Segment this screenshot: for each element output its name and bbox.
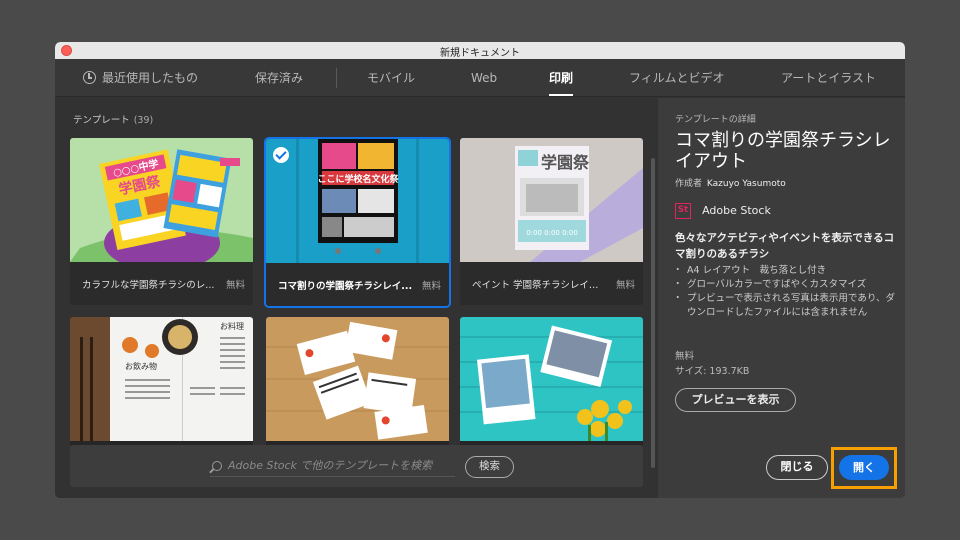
tab-mobile[interactable]: モバイル [367,59,415,97]
tab-print[interactable]: 印刷 [549,59,574,97]
template-card-colorful-festival[interactable]: ○○○中学 学園祭 カラフルな学園祭チラシのレ... 無料 [70,138,253,305]
tab-recent[interactable]: 最近使用したもの [83,59,198,97]
template-card-paint-festival[interactable]: 学園祭 0:00 0:00 0:00 ペイント 学園祭チラシレイア... 無料 [460,138,643,305]
template-thumbnail: お料理 お飲み物 [70,317,253,441]
templates-heading: テンプレート (39) [73,112,153,126]
thumbnail-text: お飲み物 [125,361,157,371]
category-tabs: 最近使用したもの 保存済み モバイル Web 印刷 フィルムとビデオ アートとイ… [55,59,905,97]
search-button[interactable]: 検索 [465,456,514,478]
stock-search-placeholder: Adobe Stock で他のテンプレートを検索 [228,459,433,472]
template-details-panel: テンプレートの詳細 コマ割りの学園祭チラシレイアウト 作成者 Kazuyo Ya… [658,98,905,498]
stock-search-bar: Adobe Stock で他のテンプレートを検索 検索 [70,445,643,487]
search-icon [212,461,222,471]
thumbnail-text: お料理 [220,321,244,331]
template-price: 無料 [225,280,245,291]
template-name: コマ割りの学園祭チラシレイ... [278,281,413,292]
tab-art-illustration[interactable]: アートとイラスト [781,59,876,97]
template-card-label: ペイント 学園祭チラシレイア... 無料 [460,262,643,305]
template-name: ペイント 学園祭チラシレイア... [472,280,607,291]
feature-item: グローバルカラーですばやくカスタマイズ [673,278,897,292]
thumbnail-text: 0:00 0:00 0:00 [526,229,578,237]
checkmark-icon [273,147,289,163]
template-name: カラフルな学園祭チラシのレ... [82,280,215,291]
preview-button[interactable]: プレビューを表示 [675,388,796,412]
template-card-label: コマ割りの学園祭チラシレイ... 無料 [266,263,449,306]
author-row: 作成者 Kazuyo Yasumoto [675,176,786,189]
open-button[interactable]: 開く [839,455,889,480]
tab-divider [336,68,337,88]
adobe-stock-label: Adobe Stock [702,204,771,217]
template-features: A4 レイアウト 裁ち落とし付き グローバルカラーですばやくカスタマイズ プレビ… [673,264,897,320]
tab-recent-label: 最近使用したもの [102,71,199,85]
template-price: 無料 [421,281,441,292]
thumbnail-text: 学園祭 [541,153,590,172]
template-thumbnail: 学園祭 0:00 0:00 0:00 [460,138,643,262]
template-thumbnail: ここに学校名文化祭 [266,139,449,263]
templates-scrollbar[interactable] [651,158,655,468]
template-description: 色々なアクテビティやイベントを表示できるコマ割りのあるチラシ [675,232,895,260]
author-prefix: 作成者 [675,179,703,189]
templates-count: (39) [133,115,154,126]
template-thumbnail [460,317,643,441]
tab-film-video[interactable]: フィルムとビデオ [629,59,725,97]
template-price: 無料 [615,280,635,291]
clock-icon [83,71,96,84]
thumbnail-text: ここに学校名文化祭 [317,173,399,185]
stock-search-input[interactable]: Adobe Stock で他のテンプレートを検索 [210,457,455,477]
templates-heading-label: テンプレート [73,115,130,126]
template-card-koma-festival[interactable]: ここに学校名文化祭 コマ割りの学園祭チラシレイ... 無料 [264,137,451,308]
new-document-dialog: 新規ドキュメント 最近使用したもの 保存済み モバイル Web 印刷 フィルムと… [55,42,905,498]
tab-web[interactable]: Web [471,59,497,97]
tab-saved[interactable]: 保存済み [255,59,303,97]
adobe-stock-logo-icon: St [675,202,691,219]
adobe-stock-row: St Adobe Stock [675,200,771,219]
window-title: 新規ドキュメント [440,48,520,59]
template-thumbnail [266,317,449,441]
details-caption: テンプレートの詳細 [675,115,756,125]
title-bar: 新規ドキュメント [55,42,905,59]
template-card-label: カラフルな学園祭チラシのレ... 無料 [70,262,253,305]
template-title: コマ割りの学園祭チラシレイアウト [675,130,891,172]
feature-item: A4 レイアウト 裁ち落とし付き [673,264,897,278]
feature-item: プレビューで表示される写真は表示用であり、ダウンロードしたファイルには含まれませ… [673,292,897,320]
author-name: Kazuyo Yasumoto [706,179,786,189]
template-thumbnail: ○○○中学 学園祭 [70,138,253,262]
close-button[interactable]: 閉じる [766,455,828,480]
template-price-detail: 無料 [675,351,695,362]
templates-panel: テンプレート (39) ○○○中学 学園祭 カラフルな学園祭チラシのレ... 無… [55,98,658,498]
template-size: サイズ: 193.7KB [675,366,750,377]
